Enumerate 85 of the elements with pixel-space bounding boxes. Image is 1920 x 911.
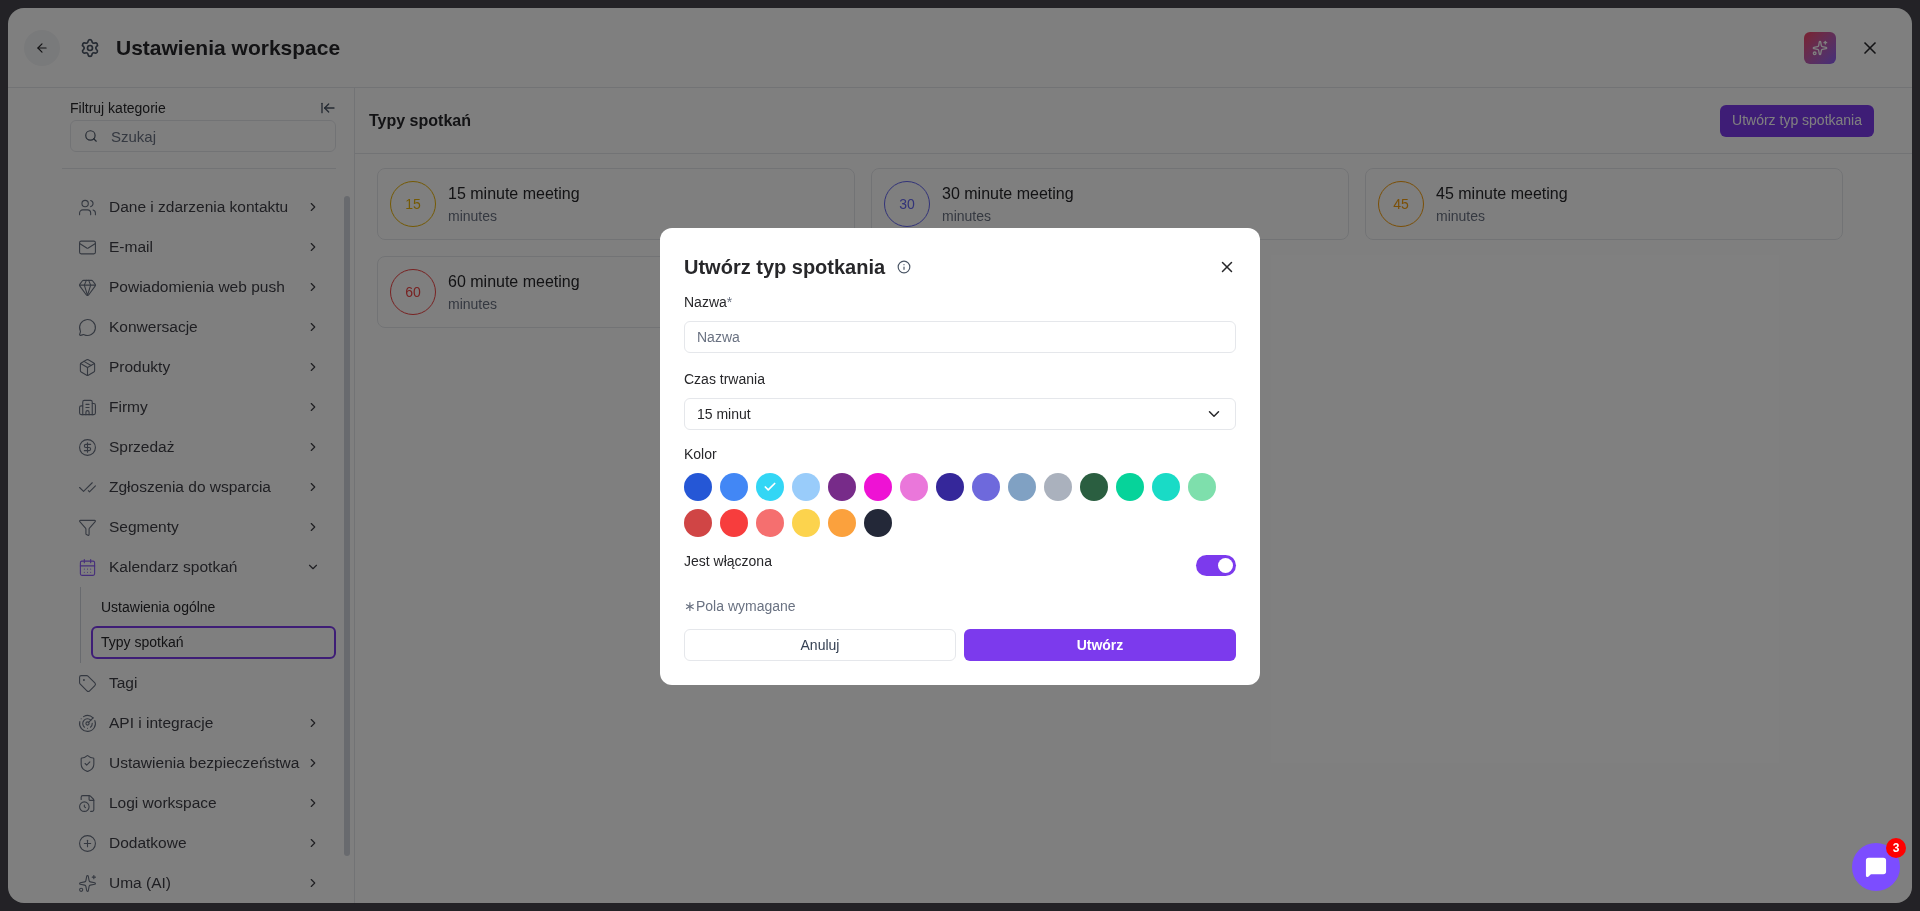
section-title: Typy spotkań — [369, 110, 471, 131]
meeting-unit: minutes — [1436, 206, 1487, 226]
sidebar-item[interactable]: Dodatkowe — [70, 823, 336, 863]
sidebar-subitem[interactable]: Ustawienia ogólne — [91, 591, 336, 624]
field-label: Nazwa* — [684, 293, 734, 312]
settings-icon — [80, 37, 100, 58]
log-icon — [78, 793, 97, 813]
sidebar-item[interactable]: Segmenty — [70, 507, 336, 547]
color-swatch[interactable] — [972, 473, 1000, 501]
shield-icon — [78, 753, 97, 773]
search-icon — [84, 129, 98, 143]
enabled-toggle[interactable] — [1196, 555, 1236, 576]
meeting-unit: minutes — [942, 206, 993, 226]
sidebar-item[interactable]: Konwersacje — [70, 307, 336, 347]
sidebar-item[interactable]: Tagi — [70, 663, 336, 703]
meeting-name: 15 minute meeting — [448, 183, 580, 204]
sidebar-item[interactable]: Zgłoszenia do wsparcia — [70, 467, 336, 507]
meeting-unit: minutes — [448, 206, 499, 226]
back-button[interactable] — [24, 29, 60, 66]
sidebar-title: Filtruj kategorie — [70, 98, 166, 118]
required-note: ∗Pola wymagane — [684, 597, 797, 616]
color-swatch[interactable] — [1152, 473, 1180, 501]
color-swatch[interactable] — [1080, 473, 1108, 501]
calendar-icon — [78, 557, 97, 577]
chat-icon — [78, 317, 97, 337]
sidebar-item[interactable]: Uma (AI) — [70, 863, 336, 903]
sidebar-item[interactable]: Sprzedaż — [70, 427, 336, 467]
sidebar-item[interactable]: Logi workspace — [70, 783, 336, 823]
color-swatch[interactable] — [792, 509, 820, 537]
info-icon[interactable] — [897, 260, 912, 274]
color-swatch[interactable] — [684, 473, 712, 501]
meeting-name: 45 minute meeting — [1436, 183, 1568, 204]
sidebar-item[interactable]: Dane i zdarzenia kontaktu — [70, 187, 336, 227]
color-swatch[interactable] — [900, 473, 928, 501]
color-swatch[interactable] — [720, 509, 748, 537]
sidebar-item[interactable]: Powiadomienia web push — [70, 267, 336, 307]
color-swatch[interactable] — [864, 509, 892, 537]
color-swatch[interactable] — [756, 509, 784, 537]
color-swatch[interactable] — [1116, 473, 1144, 501]
chat-icon — [1865, 856, 1887, 878]
duration-select[interactable]: 15 minut — [684, 398, 1236, 430]
meeting-name: 30 minute meeting — [942, 183, 1074, 204]
sidebar-item[interactable]: Produkty — [70, 347, 336, 387]
collapse-icon[interactable] — [320, 100, 336, 116]
create-button[interactable]: Utwórz typ spotkania — [1720, 104, 1874, 137]
sidebar-item[interactable]: Firmy — [70, 387, 336, 427]
color-swatch[interactable] — [792, 473, 820, 501]
box-icon — [78, 357, 97, 377]
color-swatch[interactable] — [720, 473, 748, 501]
name-input-field[interactable]: Nazwa — [684, 321, 1236, 353]
ai-button[interactable] — [1804, 31, 1836, 64]
sidebar-item[interactable]: Kalendarz spotkań — [70, 547, 336, 587]
search-field[interactable]: Szukaj — [70, 120, 336, 152]
sparkle-icon — [78, 873, 97, 893]
gem-icon — [78, 277, 97, 297]
submit-button[interactable]: Utwórz — [964, 629, 1236, 661]
meeting-type-card[interactable]: 45 45 minute meeting minutes — [1365, 168, 1843, 240]
field-label: Czas trwania — [684, 370, 766, 389]
sidebar-item[interactable]: API i integracje — [70, 703, 336, 743]
color-swatch[interactable] — [828, 473, 856, 501]
back-icon — [35, 40, 49, 55]
color-swatch[interactable] — [864, 473, 892, 501]
building-icon — [78, 397, 97, 417]
color-swatch[interactable] — [1008, 473, 1036, 501]
window-title: Ustawienia workspace — [116, 34, 341, 61]
color-swatch[interactable] — [756, 473, 784, 501]
check-icon — [763, 480, 777, 494]
color-swatch[interactable] — [936, 473, 964, 501]
cancel-button[interactable]: Anuluj — [684, 629, 956, 661]
sidebar-item[interactable]: E-mail — [70, 227, 336, 267]
sidebar-subitem[interactable]: Typy spotkań — [91, 626, 336, 659]
color-swatch[interactable] — [828, 509, 856, 537]
color-swatch[interactable] — [684, 509, 712, 537]
filter-icon — [78, 517, 97, 537]
users-icon — [78, 197, 97, 217]
color-swatch[interactable] — [1044, 473, 1072, 501]
tag-icon — [78, 673, 97, 693]
color-swatch[interactable] — [1188, 473, 1216, 501]
sidebar-item[interactable]: Ustawienia bezpieczeństwa — [70, 743, 336, 783]
meeting-name: 60 minute meeting — [448, 271, 580, 292]
toggle-label: Jest włączona — [684, 552, 772, 571]
plus-circle-icon — [78, 833, 97, 853]
field-label: Kolor — [684, 445, 718, 464]
sparkle-icon — [1812, 39, 1828, 56]
meeting-unit: minutes — [448, 294, 499, 314]
